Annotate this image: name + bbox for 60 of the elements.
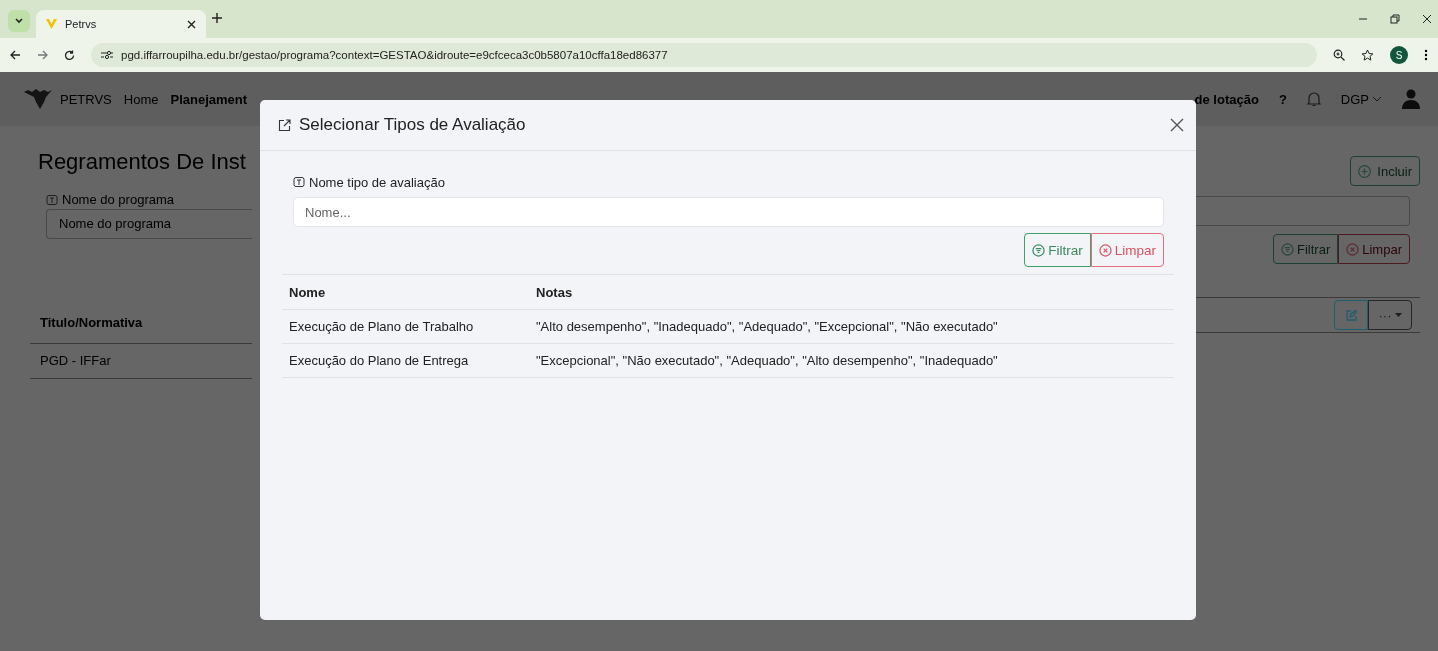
- external-link-icon: [278, 118, 291, 132]
- modal-title: Selecionar Tipos de Avaliação: [299, 115, 527, 135]
- help-link[interactable]: ?: [1278, 91, 1287, 107]
- user-icon[interactable]: [1402, 89, 1420, 109]
- text-field-icon: [293, 176, 305, 188]
- restore-icon[interactable]: [1390, 14, 1400, 24]
- clear-button[interactable]: Limpar: [1090, 233, 1164, 267]
- table-cell[interactable]: "Excepcional", "Não executado", "Adequado", "Alto desempenho", "Inadequado": [536, 353, 998, 368]
- filter-icon: [1281, 242, 1295, 256]
- bell-icon[interactable]: [1306, 91, 1321, 107]
- forward-arrow-icon[interactable]: [37, 50, 48, 60]
- close-icon[interactable]: [1170, 118, 1184, 132]
- menu-icon[interactable]: [1424, 49, 1428, 61]
- evaluation-name-field[interactable]: Nome...: [293, 197, 1164, 227]
- filter-button[interactable]: Filtrar: [1273, 234, 1339, 264]
- program-name-field[interactable]: Nome do programa: [46, 208, 252, 239]
- clear-icon: [1098, 243, 1112, 257]
- column-header: Notas: [536, 284, 573, 300]
- address-bar[interactable]: pgd.iffarroupilha.edu.br/gestao/programa?context=GESTAO&idroute=e9cfceca3c0b5807a10cffa18ed86377: [91, 43, 1317, 67]
- nav-link[interactable]: Home: [123, 91, 159, 107]
- text-field-icon: [46, 193, 58, 206]
- new-tab-icon[interactable]: [212, 13, 222, 23]
- field-label: Nome tipo de avaliação: [309, 174, 445, 190]
- more-options-button[interactable]: ···: [1368, 300, 1412, 330]
- column-header: Titulo/Normativa: [40, 315, 143, 331]
- browser-tab[interactable]: Petrvs: [36, 10, 206, 38]
- table-cell[interactable]: Execução de Plano de Trabalho: [289, 319, 536, 334]
- plus-circle-icon: [1358, 164, 1372, 178]
- filter-button[interactable]: Filtrar: [1024, 233, 1091, 267]
- back-arrow-icon[interactable]: [10, 50, 21, 60]
- site-settings-icon[interactable]: [101, 50, 113, 60]
- brand-name[interactable]: PETRVS: [60, 91, 112, 107]
- add-button[interactable]: Incluir: [1350, 156, 1420, 186]
- table-cell[interactable]: Execução do Plano de Entrega: [289, 353, 536, 368]
- nav-link[interactable]: Planejament: [170, 91, 248, 107]
- table-cell: PGD - IFFar: [40, 353, 111, 369]
- page-title: Regramentos De Inst: [38, 148, 246, 176]
- tab-title: Petrvs: [65, 18, 98, 30]
- filter-icon: [1032, 243, 1046, 257]
- nav-link[interactable]: de lotação: [1194, 91, 1259, 107]
- profile-avatar[interactable]: S: [1390, 46, 1408, 64]
- edit-icon: [1345, 309, 1357, 321]
- logo-icon: [24, 89, 52, 109]
- reload-icon[interactable]: [64, 49, 75, 61]
- clear-button[interactable]: Limpar: [1338, 234, 1410, 264]
- caret-icon: [1394, 313, 1402, 317]
- tab-search-button[interactable]: [8, 10, 30, 32]
- table-cell[interactable]: "Alto desempenho", "Inadequado", "Adequado", "Excepcional", "Não executado": [536, 319, 998, 334]
- chevron-down-icon: [1372, 96, 1382, 102]
- field-label: Nome do programa: [62, 192, 174, 208]
- close-icon[interactable]: [1422, 14, 1432, 24]
- zoom-icon[interactable]: [1333, 49, 1345, 61]
- tab-favicon-icon: [46, 19, 57, 29]
- chevron-down-icon: [15, 18, 23, 24]
- column-header: Nome: [289, 284, 327, 300]
- clear-icon: [1346, 242, 1360, 256]
- close-icon[interactable]: [187, 19, 196, 29]
- bookmark-star-icon[interactable]: [1361, 48, 1374, 62]
- program-name-field[interactable]: [1196, 196, 1410, 226]
- unit-dropdown[interactable]: DGP: [1340, 91, 1382, 107]
